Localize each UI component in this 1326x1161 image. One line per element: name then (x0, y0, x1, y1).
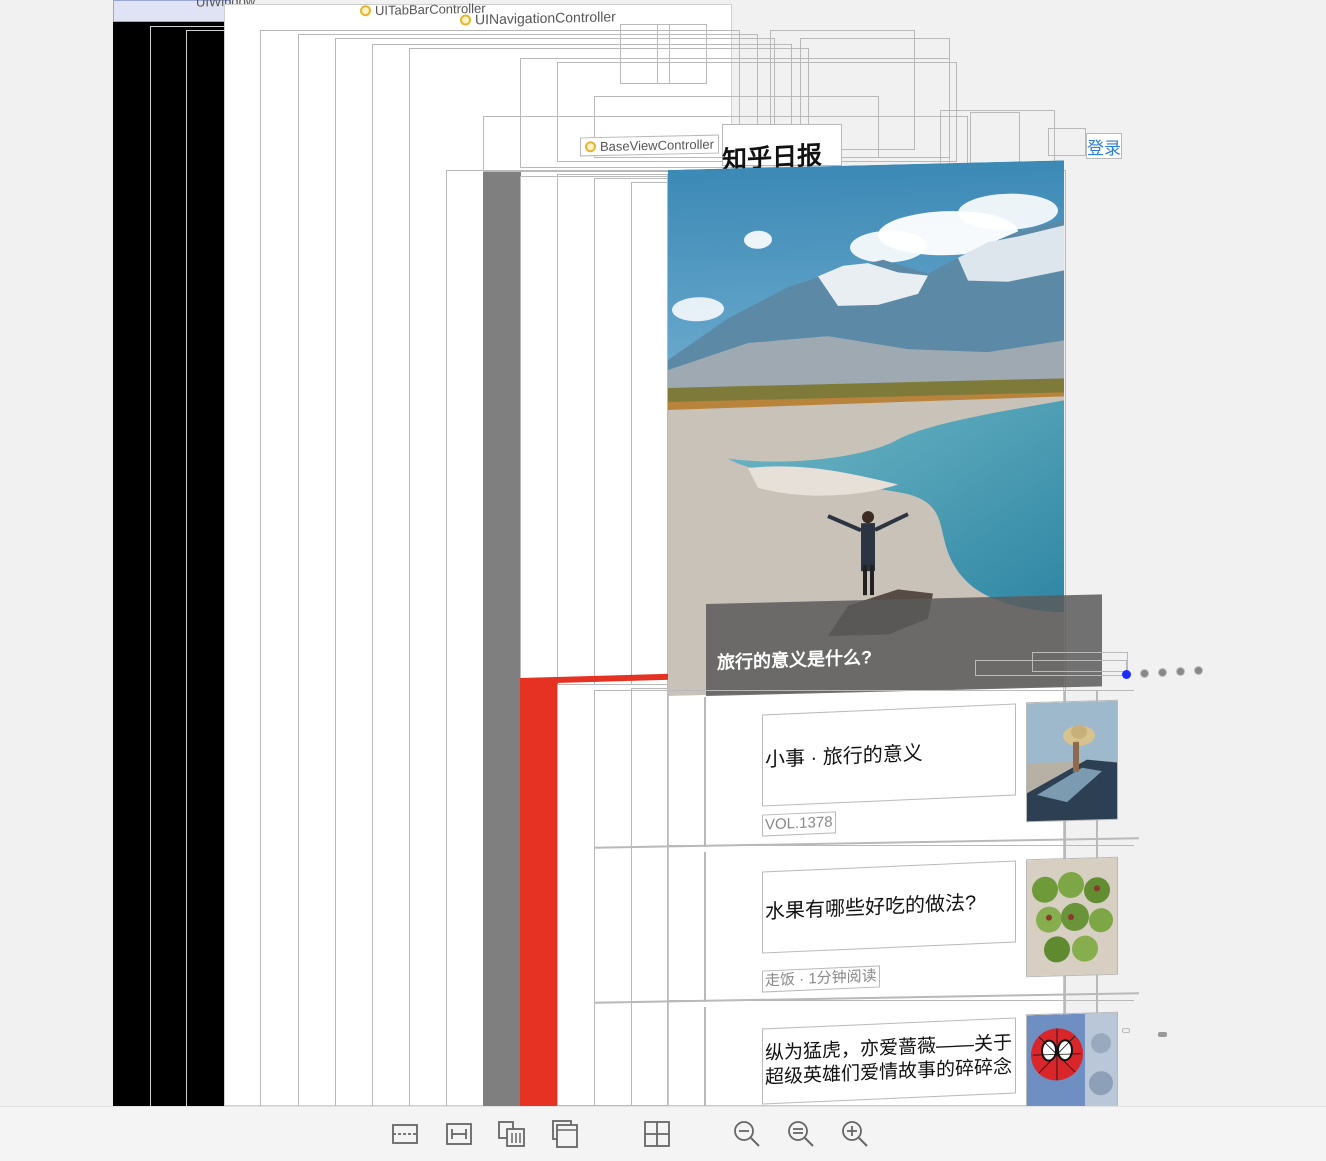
view-controller-icon (585, 141, 596, 153)
story-thumbnail (1026, 699, 1118, 823)
layers-front-icon (498, 1121, 525, 1147)
zoom-actual-button[interactable] (786, 1119, 816, 1149)
story-thumbnail (1026, 1011, 1118, 1106)
story-title: 纵为猛虎，亦爱蔷薇——关于超级英雄们爱情故事的碎碎念 (762, 1017, 1016, 1105)
story-meta: 走饭 · 1分钟阅读 (762, 965, 880, 993)
login-button[interactable]: 登录 (1086, 133, 1122, 159)
width-icon (446, 1123, 472, 1145)
zoom-in-button[interactable] (840, 1119, 870, 1149)
story-cell[interactable]: 水果有哪些好吃的做法? 走饭 · 1分钟阅读 (668, 845, 1134, 1002)
navigation-controller-tag[interactable]: UINavigationController (460, 8, 616, 27)
cell-left-line (704, 852, 706, 1002)
story-title-text: 小事 · 旅行的意义 (765, 742, 923, 772)
navigation-controller-label: UINavigationController (475, 8, 616, 28)
page-dot-active[interactable] (1122, 670, 1131, 679)
scroll-indicator (1158, 1032, 1167, 1037)
story-cell[interactable]: 纵为猛虎，亦爱蔷薇——关于超级英雄们爱情故事的碎碎念 (668, 1000, 1134, 1106)
page-dot[interactable] (1176, 667, 1185, 676)
width-button[interactable] (444, 1119, 474, 1149)
base-view-controller-tag[interactable]: BaseViewController (580, 134, 719, 157)
page-dot[interactable] (1158, 668, 1167, 677)
car-window-hat-photo-icon (1027, 700, 1118, 823)
table-inner-2 (631, 688, 668, 1106)
page-control-frame-2 (1032, 652, 1128, 672)
story-title-text: 纵为猛虎，亦爱蔷薇——关于超级英雄们爱情故事的碎碎念 (765, 1032, 1013, 1089)
nav-frame-11 (1048, 128, 1086, 156)
nav-frame-4 (657, 24, 707, 84)
base-view-controller-label: BaseViewController (600, 136, 714, 155)
page-dot[interactable] (1140, 669, 1149, 678)
green-fruit-photo-icon (1027, 857, 1118, 978)
zoom-out-icon (734, 1121, 760, 1147)
story-title: 小事 · 旅行的意义 (762, 703, 1016, 807)
grid-icon (644, 1121, 670, 1147)
debug-toolbar (0, 1106, 1326, 1161)
table-red-strip (520, 682, 558, 1106)
layers-back-icon (552, 1120, 578, 1148)
scroll-indicator (1122, 1028, 1130, 1033)
cell-left-line (704, 1007, 706, 1106)
story-cell[interactable]: 小事 · 旅行的意义 VOL.1378 (668, 690, 1134, 847)
story-title: 水果有哪些好吃的做法? (762, 860, 1016, 954)
view-hierarchy-canvas[interactable]: UIWindow UITabBarController UINavigation… (0, 0, 1326, 1106)
zoom-actual-icon (788, 1121, 814, 1147)
story-title-text: 水果有哪些好吃的做法? (765, 892, 977, 924)
base-view-gray-strip (483, 172, 521, 1106)
story-thumbnail (1026, 856, 1118, 978)
banner-caption: 旅行的意义是什么? (717, 647, 872, 673)
view-controller-icon (460, 13, 471, 26)
zoom-out-button[interactable] (732, 1119, 762, 1149)
clipping-button[interactable] (390, 1119, 420, 1149)
banner-caption-overlay (706, 594, 1102, 696)
story-meta: VOL.1378 (762, 811, 836, 837)
page-control[interactable] (1118, 664, 1208, 682)
login-button-label: 登录 (1087, 138, 1121, 158)
zoom-in-icon (842, 1121, 868, 1147)
layers-back-button[interactable] (551, 1119, 581, 1149)
window-inner-line-2 (186, 30, 225, 1106)
spiderman-comic-photo-icon (1027, 1012, 1118, 1106)
cell-left-line (704, 697, 706, 847)
grid-button[interactable] (642, 1119, 672, 1149)
page-dot[interactable] (1194, 666, 1203, 675)
clipping-icon (392, 1124, 418, 1144)
layers-front-button[interactable] (497, 1119, 527, 1149)
view-controller-icon (360, 5, 371, 17)
